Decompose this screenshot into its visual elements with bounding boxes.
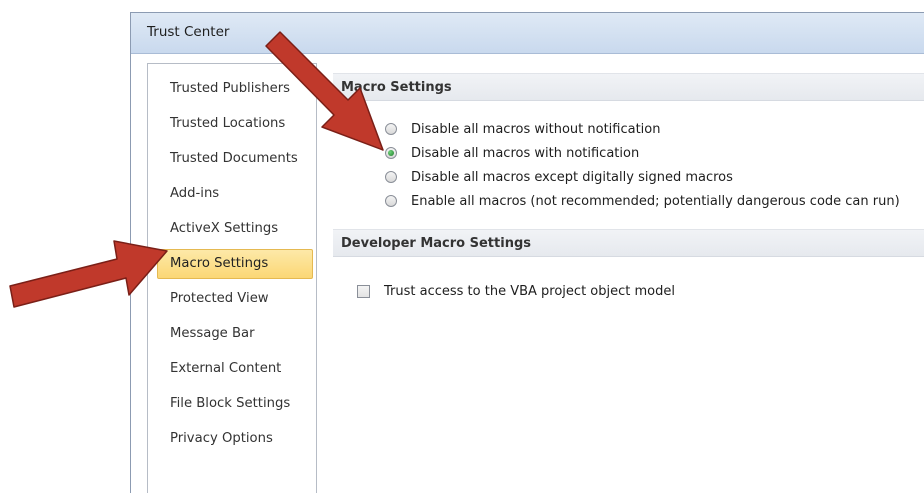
vba-access-checkbox[interactable] xyxy=(357,284,370,298)
sidebar-item-external-content[interactable]: External Content xyxy=(157,354,313,384)
macro-settings-header: Macro Settings xyxy=(333,73,924,101)
sidebar-item-message-bar[interactable]: Message Bar xyxy=(157,319,313,349)
sidebar-item-file-block-settings[interactable]: File Block Settings xyxy=(157,389,313,419)
sidebar-item-add-ins[interactable]: Add-ins xyxy=(157,179,313,209)
radio-disable-with-notification[interactable]: Disable all macros with notification xyxy=(385,143,639,163)
sidebar-item-protected-view[interactable]: Protected View xyxy=(157,284,313,314)
radio-button[interactable] xyxy=(385,195,397,207)
annotation-arrow-down-right-icon xyxy=(265,31,384,151)
dialog-title: Trust Center xyxy=(147,24,230,40)
sidebar-item-activex-settings[interactable]: ActiveX Settings xyxy=(157,214,313,244)
settings-panel: Macro Settings Disable all macros withou… xyxy=(317,63,924,493)
option-label: Enable all macros (not recommended; pote… xyxy=(411,193,900,209)
radio-disable-except-signed[interactable]: Disable all macros except digitally sign… xyxy=(385,167,733,187)
option-label: Disable all macros without notification xyxy=(411,121,661,137)
sidebar-item-macro-settings[interactable]: Macro Settings xyxy=(157,249,313,279)
radio-enable-all-macros[interactable]: Enable all macros (not recommended; pote… xyxy=(385,191,900,211)
sidebar-item-privacy-options[interactable]: Privacy Options xyxy=(157,424,313,454)
vba-access-option[interactable]: Trust access to the VBA project object m… xyxy=(357,281,675,301)
annotation-arrow-right-icon xyxy=(9,240,168,308)
radio-button[interactable] xyxy=(385,171,397,183)
option-label: Disable all macros except digitally sign… xyxy=(411,169,733,185)
developer-macro-settings-header: Developer Macro Settings xyxy=(333,229,924,257)
option-label: Disable all macros with notification xyxy=(411,145,640,161)
radio-disable-without-notification[interactable]: Disable all macros without notification xyxy=(385,119,660,139)
vba-access-label: Trust access to the VBA project object m… xyxy=(384,283,675,299)
